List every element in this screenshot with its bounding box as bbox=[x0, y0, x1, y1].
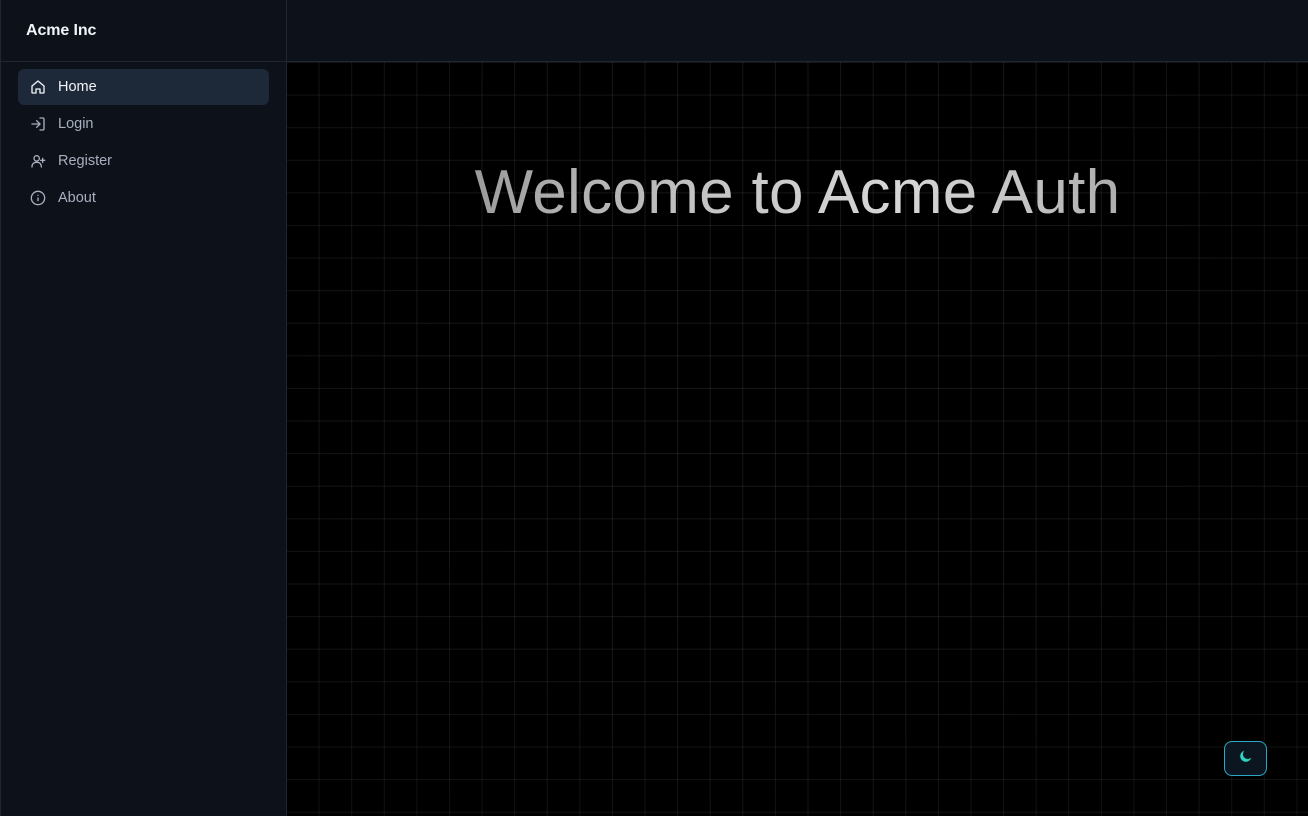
sidebar-item-register[interactable]: Register bbox=[18, 143, 269, 179]
sidebar-item-about[interactable]: About bbox=[18, 180, 269, 216]
brand-name: Acme Inc bbox=[26, 21, 97, 39]
sidebar-item-home[interactable]: Home bbox=[18, 69, 269, 105]
page-title: Welcome to Acme Auth bbox=[287, 157, 1308, 228]
login-icon bbox=[30, 116, 46, 132]
user-plus-icon bbox=[30, 153, 46, 169]
sidebar-header: Acme Inc bbox=[1, 0, 286, 62]
top-bar bbox=[287, 0, 1308, 62]
theme-toggle-button[interactable] bbox=[1224, 741, 1267, 776]
sidebar-item-label: Register bbox=[58, 153, 112, 169]
sidebar: Acme Inc Home Login Register About bbox=[0, 0, 287, 816]
app-window: Acme Inc Home Login Register About Welco… bbox=[0, 0, 1308, 816]
moon-icon bbox=[1238, 748, 1254, 769]
home-icon bbox=[30, 79, 46, 95]
info-icon bbox=[30, 190, 46, 206]
sidebar-item-login[interactable]: Login bbox=[18, 106, 269, 142]
main-content: Welcome to Acme Auth bbox=[287, 0, 1308, 816]
sidebar-nav: Home Login Register About bbox=[1, 62, 286, 216]
sidebar-item-label: About bbox=[58, 190, 96, 206]
sidebar-item-label: Login bbox=[58, 116, 94, 132]
grid-background: Welcome to Acme Auth bbox=[287, 62, 1308, 816]
sidebar-item-label: Home bbox=[58, 79, 97, 95]
